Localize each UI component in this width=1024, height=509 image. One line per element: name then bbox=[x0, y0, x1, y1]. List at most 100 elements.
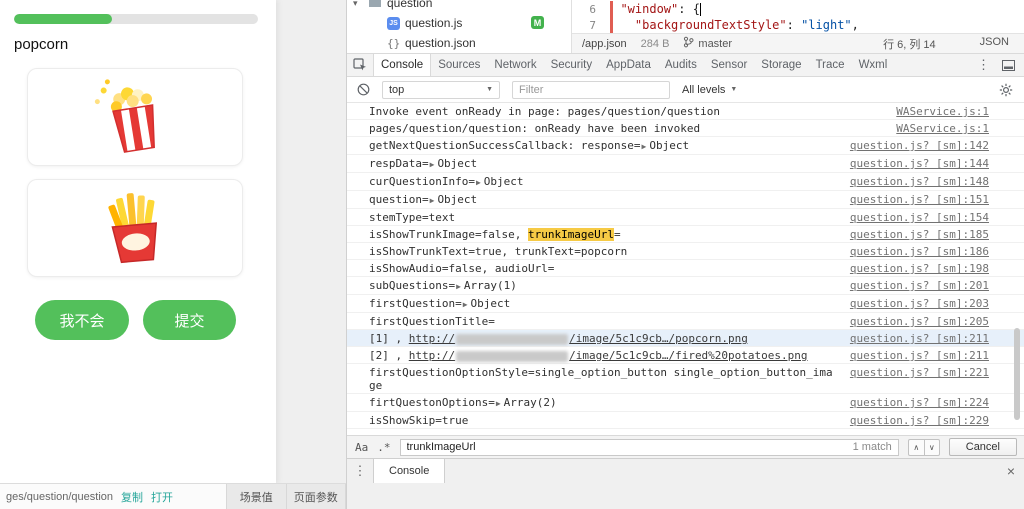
search-match-highlight: trunkImageUrl bbox=[527, 228, 615, 241]
submit-button[interactable]: 提交 bbox=[143, 300, 236, 340]
devtools-tab-console[interactable]: Console bbox=[373, 54, 432, 76]
devtools-tab-sensor[interactable]: Sensor bbox=[704, 54, 754, 76]
console-url-link[interactable]: /image/5c1c9cb…/fired%20potatoes.png bbox=[569, 349, 807, 362]
option-card-popcorn[interactable] bbox=[27, 68, 243, 166]
console-url-link[interactable]: /image/5c1c9cb…/popcorn.png bbox=[569, 332, 748, 345]
devtools-tab-sources[interactable]: Sources bbox=[431, 54, 487, 76]
expand-triangle-icon[interactable]: ▶ bbox=[430, 196, 435, 205]
tree-file-question-json[interactable]: {} question.json bbox=[347, 33, 571, 53]
log-text: getNextQuestionSuccessCallback: response… bbox=[369, 139, 641, 152]
console-log-row: stemType=text question.js? [sm]:154 bbox=[347, 209, 1024, 226]
log-source-link[interactable]: question.js? [sm]:185 bbox=[850, 228, 989, 241]
log-source-link[interactable]: question.js? [sm]:198 bbox=[850, 262, 989, 275]
open-link[interactable]: 打开 bbox=[151, 489, 173, 505]
expand-triangle-icon[interactable]: ▶ bbox=[496, 399, 501, 408]
devtools-tab-wxml[interactable]: Wxml bbox=[852, 54, 895, 76]
option-card-fries[interactable] bbox=[27, 179, 243, 277]
log-levels-select[interactable]: All levels ▼ bbox=[682, 84, 737, 96]
devtools-tab-storage[interactable]: Storage bbox=[754, 54, 808, 76]
folder-expand-icon[interactable]: ▾ bbox=[353, 0, 363, 9]
log-text: isShowAudio=false, audioUrl= bbox=[369, 262, 555, 275]
log-source-link[interactable]: question.js? [sm]:203 bbox=[850, 297, 989, 310]
dont-know-button[interactable]: 我不会 bbox=[35, 300, 129, 340]
devtools-tab-security[interactable]: Security bbox=[544, 54, 600, 76]
regex-toggle[interactable]: .* bbox=[377, 441, 390, 454]
console-filter-input[interactable] bbox=[512, 80, 670, 99]
log-message: [2] , http:// /image/5c1c9cb…/fired%20pot… bbox=[369, 349, 838, 362]
code-area[interactable]: 6 "window": {7 "backgroundTextStyle": "l… bbox=[572, 0, 1024, 33]
more-options-icon[interactable]: ⋮ bbox=[977, 57, 990, 73]
log-text: firstQuestionOptionStyle=single_option_b… bbox=[369, 366, 833, 392]
drawer-tab-console[interactable]: Console bbox=[373, 459, 446, 483]
log-source-link[interactable]: question.js? [sm]:151 bbox=[850, 193, 989, 206]
log-message: firstQuestionOptionStyle=single_option_b… bbox=[369, 366, 838, 392]
log-source-link[interactable]: question.js? [sm]:224 bbox=[850, 396, 989, 409]
console-log-row: getNextQuestionSuccessCallback: response… bbox=[347, 137, 1024, 155]
expand-triangle-icon[interactable]: ▶ bbox=[430, 160, 435, 169]
search-input[interactable] bbox=[406, 441, 853, 453]
console-log-row: Invoke event onReady in page: pages/ques… bbox=[347, 103, 1024, 120]
log-source-link[interactable]: question.js? [sm]:142 bbox=[850, 139, 989, 152]
log-message: getNextQuestionSuccessCallback: response… bbox=[369, 139, 838, 153]
console-log-row: curQuestionInfo=▶ Object question.js? [sm]… bbox=[347, 173, 1024, 191]
log-text: firstQuestion= bbox=[369, 297, 462, 310]
log-source-link[interactable]: WAService.js:1 bbox=[896, 122, 989, 135]
console-search-bar: Aa .* 1 match ∧ ∨ Cancel bbox=[347, 435, 1024, 458]
log-source-link[interactable]: question.js? [sm]:205 bbox=[850, 315, 989, 328]
copy-link[interactable]: 复制 bbox=[121, 489, 143, 505]
footer-tab-1[interactable]: 页面参数 bbox=[286, 484, 346, 509]
log-source-link[interactable]: question.js? [sm]:211 bbox=[850, 349, 989, 362]
clear-console-icon[interactable] bbox=[357, 83, 370, 96]
expand-triangle-icon[interactable]: ▶ bbox=[463, 300, 468, 309]
devtools-tab-audits[interactable]: Audits bbox=[658, 54, 704, 76]
log-source-link[interactable]: question.js? [sm]:154 bbox=[850, 211, 989, 224]
log-source-link[interactable]: WAService.js:1 bbox=[896, 105, 989, 118]
log-source-link[interactable]: question.js? [sm]:221 bbox=[850, 366, 989, 379]
expand-triangle-icon[interactable]: ▶ bbox=[476, 178, 481, 187]
expand-triangle-icon[interactable]: ▶ bbox=[642, 142, 647, 151]
expand-triangle-icon[interactable]: ▶ bbox=[456, 282, 461, 291]
log-source-link[interactable]: question.js? [sm]:211 bbox=[850, 332, 989, 345]
log-text: Object bbox=[483, 175, 524, 188]
execution-context-select[interactable]: top ▼ bbox=[382, 80, 500, 99]
log-message: Invoke event onReady in page: pages/ques… bbox=[369, 105, 884, 118]
previous-match-button[interactable]: ∧ bbox=[909, 440, 924, 455]
console-url-link[interactable]: http:// bbox=[409, 332, 455, 345]
drawer-more-options-icon[interactable]: ⋮ bbox=[347, 463, 373, 479]
console-settings-gear-icon[interactable] bbox=[999, 83, 1013, 97]
code-text: "backgroundTextStyle": "light", bbox=[634, 18, 859, 32]
code-editor[interactable]: 6 "window": {7 "backgroundTextStyle": "l… bbox=[571, 0, 1024, 53]
console-log-list: Invoke event onReady in page: pages/ques… bbox=[347, 103, 1024, 435]
json-file-icon: {} bbox=[387, 36, 401, 50]
log-source-link[interactable]: question.js? [sm]:201 bbox=[850, 279, 989, 292]
log-text: stemType=text bbox=[369, 211, 456, 224]
log-source-link[interactable]: question.js? [sm]:186 bbox=[850, 245, 989, 258]
log-source-link[interactable]: question.js? [sm]:144 bbox=[850, 157, 989, 170]
next-match-button[interactable]: ∨ bbox=[923, 439, 939, 455]
drawer-close-icon[interactable]: × bbox=[1007, 463, 1015, 479]
tree-folder-question[interactable]: ▾ question bbox=[347, 0, 571, 13]
devtools-tab-appdata[interactable]: AppData bbox=[599, 54, 658, 76]
fries-image bbox=[87, 181, 183, 276]
file-label: question.js bbox=[405, 16, 463, 30]
search-cancel-button[interactable]: Cancel bbox=[948, 438, 1017, 456]
inspect-element-icon[interactable] bbox=[353, 58, 367, 72]
devtools-tab-network[interactable]: Network bbox=[487, 54, 543, 76]
console-url-link[interactable]: http:// bbox=[409, 349, 455, 362]
console-log-row: firstQuestion=▶ Object question.js? [sm]:2… bbox=[347, 295, 1024, 313]
log-text: subQuestions= bbox=[369, 279, 456, 292]
dock-side-icon[interactable] bbox=[1002, 59, 1015, 71]
context-value: top bbox=[389, 83, 405, 96]
log-source-link[interactable]: question.js? [sm]:148 bbox=[850, 175, 989, 188]
code-line[interactable]: 6 "window": { bbox=[572, 1, 1024, 17]
tree-file-question-js[interactable]: JS question.js M bbox=[347, 13, 571, 33]
code-line[interactable]: 7 "backgroundTextStyle": "light", bbox=[572, 17, 1024, 33]
match-case-toggle[interactable]: Aa bbox=[355, 441, 368, 454]
console-log-row: pages/question/question: onReady have be… bbox=[347, 120, 1024, 137]
console-scrollbar[interactable] bbox=[1014, 328, 1020, 420]
log-text: Invoke event onReady in page: pages/ques… bbox=[369, 105, 720, 118]
footer-tab-0[interactable]: 场景值 bbox=[227, 484, 287, 509]
log-source-link[interactable]: question.js? [sm]:229 bbox=[850, 414, 989, 427]
line-number: 6 bbox=[589, 2, 596, 16]
devtools-tab-trace[interactable]: Trace bbox=[809, 54, 852, 76]
